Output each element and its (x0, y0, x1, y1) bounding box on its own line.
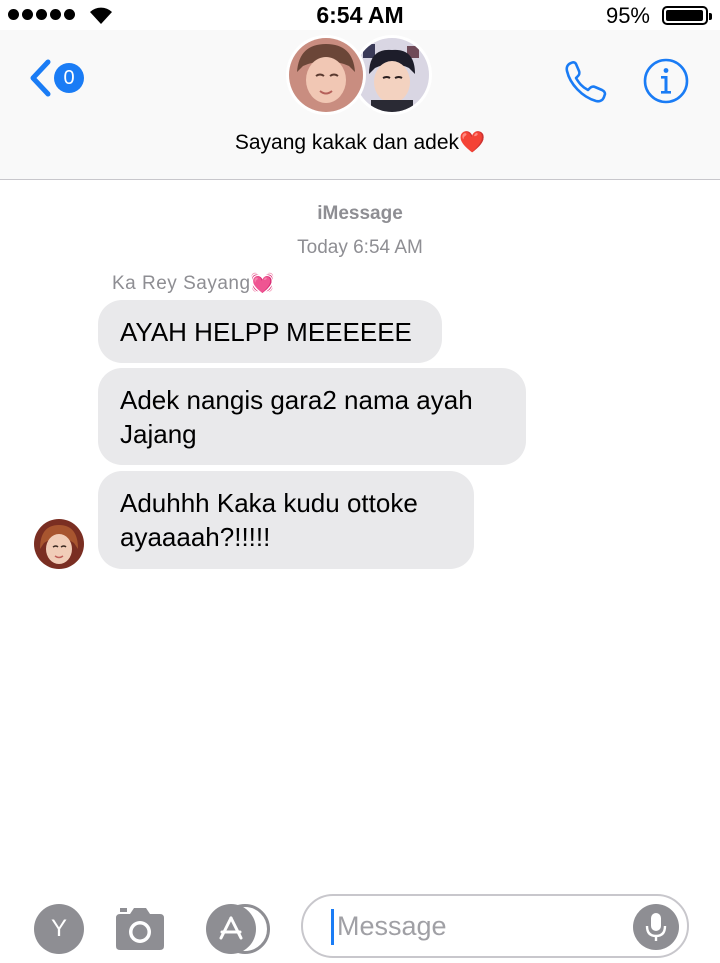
message-input[interactable] (337, 904, 627, 948)
phone-icon[interactable] (562, 58, 610, 106)
text-caret (331, 909, 334, 945)
info-icon[interactable] (642, 57, 690, 105)
battery-icon (662, 6, 712, 25)
appstore-icon (219, 916, 243, 940)
member-avatar (286, 35, 366, 115)
y-button-label: Y (50, 915, 67, 942)
battery-percentage: 95% (605, 3, 650, 28)
microphone-button[interactable] (633, 904, 679, 950)
group-avatars[interactable] (286, 35, 436, 117)
message-text: Adek nangis gara2 nama ayah Jajang (120, 384, 473, 449)
sender-avatar[interactable] (34, 519, 84, 569)
appstore-button[interactable] (206, 904, 256, 954)
message-text: Aduhhh Kaka kudu ottoke ayaaaah?!!!!! (120, 488, 418, 552)
message-bubble[interactable]: Adek nangis gara2 nama ayah Jajang (98, 368, 526, 465)
message-timestamp: Today 6:54 AM (297, 237, 423, 258)
group-name[interactable]: Sayang kakak dan adek❤️ (0, 131, 720, 155)
back-button[interactable]: 0 (28, 56, 92, 100)
y-app-button[interactable]: Y (34, 904, 84, 954)
message-text: AYAH HELPP MEEEEEE (120, 316, 412, 347)
sender-name: Ka Rey Sayang💓 (112, 273, 275, 294)
unread-count-badge: 0 (54, 63, 84, 93)
service-label: iMessage (317, 203, 403, 224)
message-field[interactable] (301, 894, 689, 958)
microphone-icon (645, 913, 667, 941)
conversation-header: 0 Sayang kakak dan adek❤️ (0, 30, 720, 180)
status-bar: 6:54 AM 95% (0, 0, 720, 30)
message-bubble[interactable]: Aduhhh Kaka kudu ottoke ayaaaah?!!!!! (98, 471, 474, 569)
camera-icon[interactable] (112, 904, 168, 952)
chevron-left-icon (30, 59, 51, 97)
message-bubble[interactable]: AYAH HELPP MEEEEEE (98, 300, 442, 363)
